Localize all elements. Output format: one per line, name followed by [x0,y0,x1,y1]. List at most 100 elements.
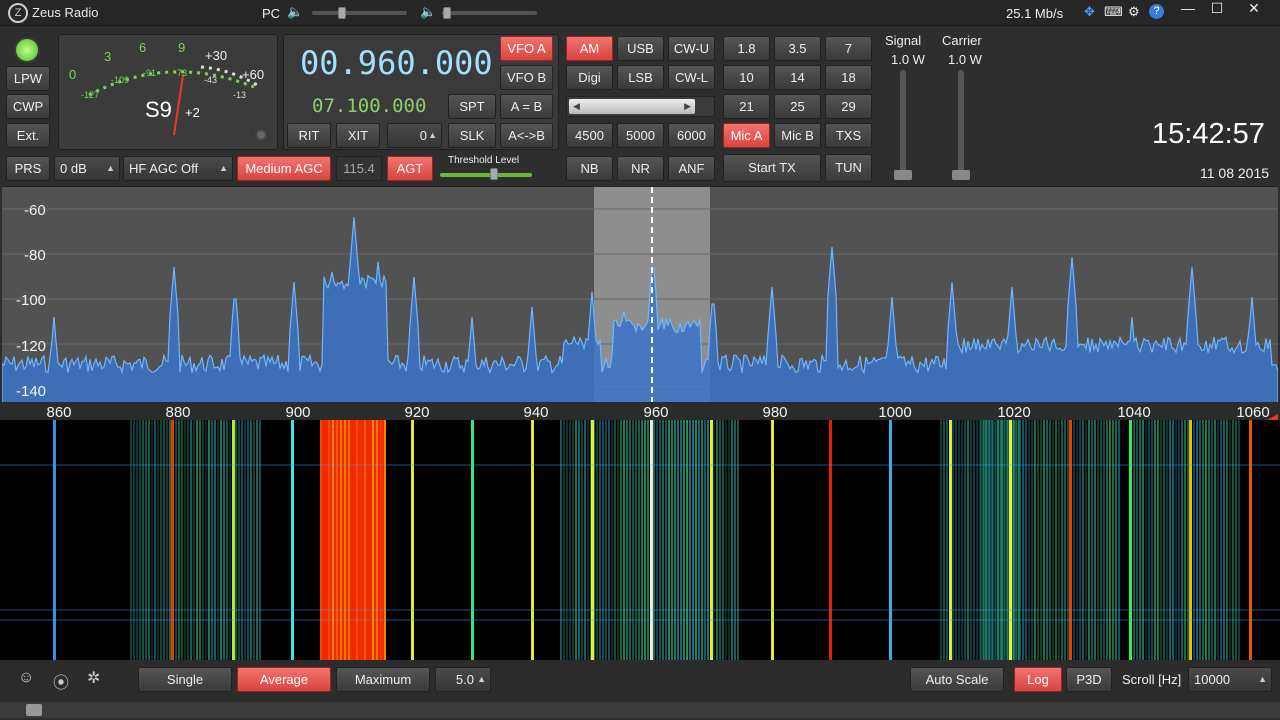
waterfall-carrier-line [171,420,174,660]
threshold-knob[interactable] [490,168,498,180]
waterfall-noise [169,420,171,660]
band-25-button[interactable]: 25 [774,94,821,119]
meter-mode-knob[interactable] [255,129,267,141]
filter-4500-button[interactable]: 4500 [566,123,613,148]
waterfall-noise [247,420,249,660]
band-7-button[interactable]: 7 [825,36,872,61]
average-button[interactable]: Average [237,667,331,692]
arrow-right-icon[interactable]: ▶ [684,99,691,114]
band-14-button[interactable]: 14 [774,65,821,90]
waterfall-noise [130,420,132,660]
waterfall-noise [992,420,994,660]
band-18-button[interactable]: 18 [825,65,872,90]
pc-volume-knob[interactable] [338,7,346,19]
pc-volume-slider[interactable] [312,11,407,15]
swap-vfo-button[interactable]: A<->B [500,123,553,148]
power-led-button[interactable] [14,37,40,63]
waterfall-noise [220,420,222,660]
auto-scale-button[interactable]: Auto Scale [910,667,1004,692]
keyboard-icon[interactable]: ⌨ [1104,4,1123,20]
nr-button[interactable]: NR [617,156,664,181]
mode-lsb-button[interactable]: LSB [617,65,664,90]
txs-button[interactable]: TXS [825,123,872,148]
single-button[interactable]: Single [138,667,232,692]
signal-power-slider[interactable] [900,70,906,180]
mode-am-button[interactable]: AM [566,36,613,61]
user-icon[interactable]: ☺ [18,669,34,687]
anf-button[interactable]: ANF [668,156,715,181]
threshold-slider[interactable] [440,173,532,177]
band-29-button[interactable]: 29 [825,94,872,119]
speaker-icon[interactable]: 🔈 [287,4,303,20]
monitor-volume-slider[interactable] [442,11,537,15]
antenna-icon[interactable]: ⦿ [53,669,69,693]
average-value-field[interactable]: 5.0 ▲ [435,667,491,692]
reel-icon[interactable]: ✲ [87,668,100,688]
maximize-button[interactable]: ☐ [1203,0,1231,18]
band-1-8-button[interactable]: 1.8 [723,36,770,61]
threshold-label: Threshold Level [448,155,520,166]
waterfall-display[interactable] [0,420,1280,660]
carrier-power-knob[interactable] [952,170,970,180]
settings-gear-icon[interactable]: ⚙ [1128,4,1140,20]
main-frequency[interactable]: 00.960.000 [300,44,493,82]
filter-scroll-thumb[interactable]: ◀ ▶ [569,99,695,114]
lpw-button[interactable]: LPW [6,66,50,91]
slk-button[interactable]: SLK [448,123,496,148]
band-10-button[interactable]: 10 [723,65,770,90]
filter-6000-button[interactable]: 6000 [668,123,715,148]
arrow-left-icon[interactable]: ◀ [573,99,580,114]
filter-shift-scrollbar[interactable]: ◀ ▶ [566,96,715,117]
spt-button[interactable]: SPT [448,94,496,119]
medium-agc-button[interactable]: Medium AGC [237,156,331,181]
vfo-a-button[interactable]: VFO A [500,36,553,61]
waterfall-noise [689,420,691,660]
filter-5000-button[interactable]: 5000 [617,123,664,148]
fullscreen-icon[interactable]: ✥ [1084,4,1095,20]
agc-value-field[interactable]: 115.4 [336,156,382,181]
signal-power-knob[interactable] [894,170,912,180]
mic-a-button[interactable]: Mic A [723,123,770,148]
horizontal-scrollbar[interactable] [0,702,1280,718]
scroll-select[interactable]: 10000 ▲ [1188,667,1272,692]
band-21-button[interactable]: 21 [723,94,770,119]
carrier-power-slider[interactable] [958,70,964,180]
help-icon[interactable]: ? [1149,4,1164,19]
mode-cwu-button[interactable]: CW-U [668,36,715,61]
mode-cwl-button[interactable]: CW-L [668,65,715,90]
agc-mode-select[interactable]: HF AGC Off ▲ [123,156,233,181]
x-label-960: 960 [643,404,669,421]
agt-button[interactable]: AGT [387,156,433,181]
band-3-5-button[interactable]: 3.5 [774,36,821,61]
spectrum-plot[interactable] [2,187,1278,405]
start-tx-button[interactable]: Start TX [723,154,821,182]
log-button[interactable]: Log [1014,667,1062,692]
nb-button[interactable]: NB [566,156,613,181]
p3d-button[interactable]: P3D [1066,667,1112,692]
rit-button[interactable]: RIT [287,123,331,148]
rit-value-field[interactable]: 0 ▲ [387,123,442,148]
ext-button[interactable]: Ext. [6,123,50,148]
a-equals-b-button[interactable]: A = B [500,94,553,119]
mode-usb-button[interactable]: USB [617,36,664,61]
waterfall-noise [653,420,655,660]
prs-button[interactable]: PRS [6,156,50,181]
x-label-1040: 1040 [1117,404,1151,421]
mic-b-button[interactable]: Mic B [774,123,821,148]
vfo-b-button[interactable]: VFO B [500,65,553,90]
tun-button[interactable]: TUN [825,154,872,182]
xit-button[interactable]: XIT [336,123,380,148]
cwp-button[interactable]: CWP [6,94,50,119]
mode-digi-button[interactable]: Digi [566,65,613,90]
waterfall-noise [226,420,228,660]
waterfall-noise [1229,420,1231,660]
close-button[interactable]: ✕ [1234,0,1274,18]
preamp-select[interactable]: 0 dB ▲ [54,156,120,181]
scrollbar-thumb[interactable] [26,704,42,716]
spectrum-display[interactable]: -60 -80 -100 -120 -140 [2,186,1278,405]
minimize-button[interactable]: — [1174,0,1202,18]
sub-frequency[interactable]: 07.100.000 [312,95,426,117]
maximum-button[interactable]: Maximum [336,667,430,692]
mute-speaker-icon[interactable]: 🔈 [420,4,436,20]
monitor-volume-knob[interactable] [443,7,451,19]
